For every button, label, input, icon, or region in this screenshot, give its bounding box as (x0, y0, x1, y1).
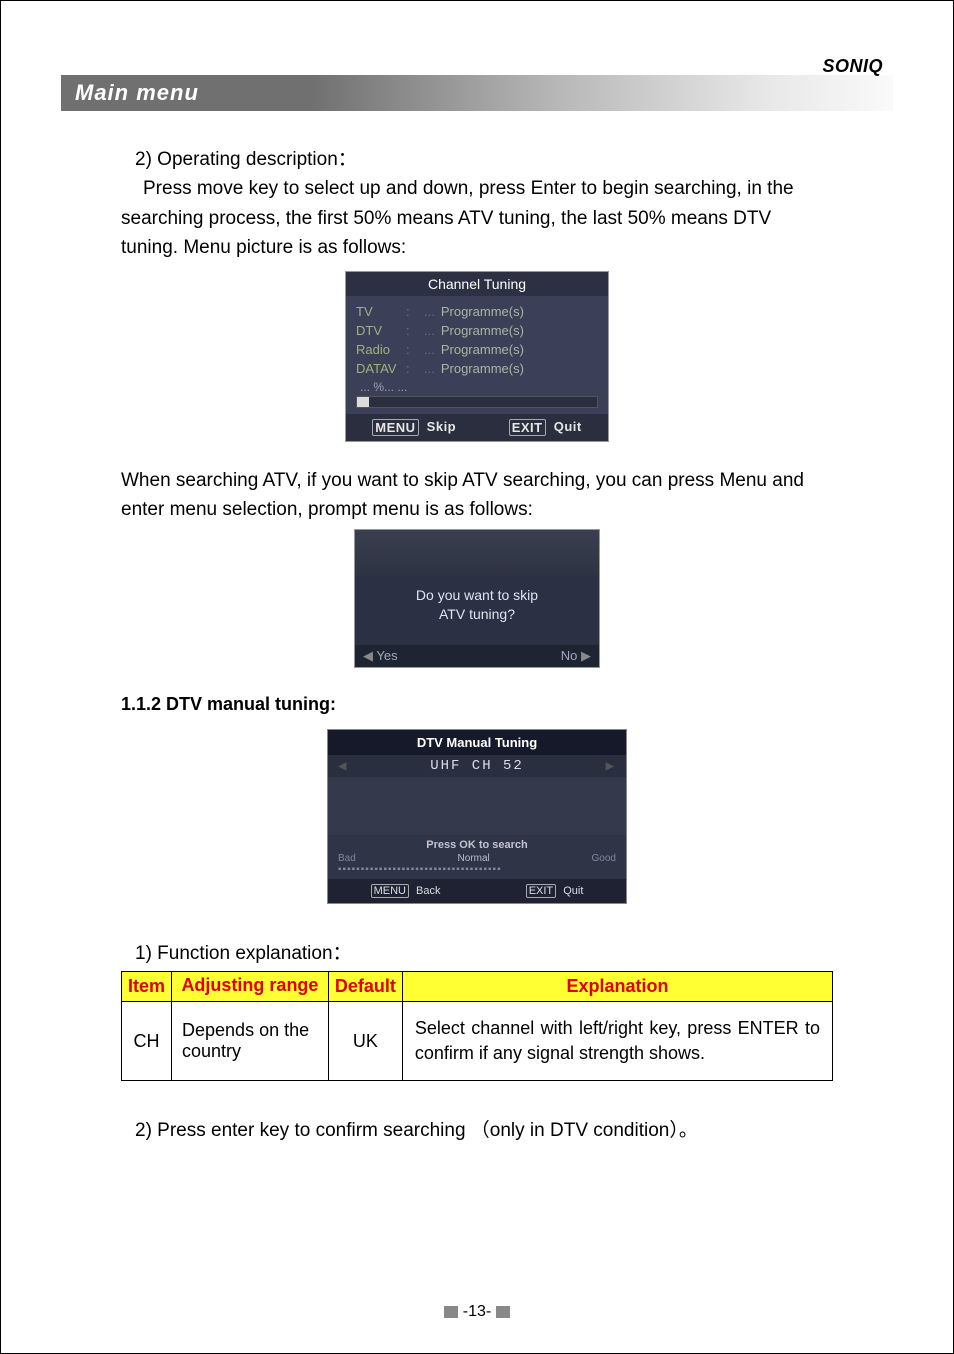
dtv-manual-tuning-osd: DTV Manual Tuning UHF CH 52 Press OK to … (327, 729, 627, 904)
function-table: Item Adjusting range Default Explanation… (121, 971, 833, 1081)
osd-row-label: DTV (356, 323, 406, 338)
osd-row-label: TV (356, 304, 406, 319)
skip-dialog-line2: ATV tuning? (355, 605, 599, 625)
osd-skip-hint: MENU Skip (372, 419, 456, 436)
page-decor-right-icon (496, 1306, 510, 1318)
skip-dialog-no: No (561, 648, 591, 664)
osd-progress-text: ... %... ... (356, 378, 598, 396)
osd-row-colon: : (406, 342, 424, 357)
brand-logo: SONIQ (822, 56, 883, 77)
document-page: SONIQ Main menu 2) Operating description… (1, 1, 953, 1172)
table-cell-range: Depends on the country (172, 1001, 329, 1080)
title-bar-text: Main menu (75, 80, 199, 105)
osd-row-dtv: DTV : ... Programme(s) (356, 321, 598, 340)
osd-quit-hint: EXIT Quit (509, 419, 582, 436)
menu-key-icon: MENU (371, 884, 409, 898)
subheading-dtv-manual: 1.1.2 DTV manual tuning: (61, 688, 893, 725)
osd-quit-label: Quit (554, 419, 582, 434)
dtv-back-hint: MENU Back (371, 884, 441, 898)
dtv-signal-good: Good (592, 853, 616, 864)
page-decor-left-icon (444, 1306, 458, 1318)
osd-skip-label: Skip (427, 419, 456, 434)
osd-row-colon: : (406, 361, 424, 376)
osd-title: Channel Tuning (346, 272, 608, 296)
table-cell-default: UK (328, 1001, 402, 1080)
osd-row-value: Programme(s) (441, 361, 524, 376)
table-row: CH Depends on the country UK Select chan… (122, 1001, 833, 1080)
dtv-title: DTV Manual Tuning (328, 730, 626, 755)
dtv-quit-hint: EXIT Quit (526, 884, 584, 898)
table-header-row: Item Adjusting range Default Explanation (122, 971, 833, 1001)
skip-dialog-top (355, 530, 599, 576)
osd-row-dots: ... (424, 361, 435, 376)
exit-key-icon: EXIT (526, 884, 556, 898)
osd-body: TV : ... Programme(s) DTV : ... Programm… (346, 296, 608, 414)
dtv-signal-labels: Bad Normal Good (328, 853, 626, 864)
page-number-text: -13- (463, 1303, 491, 1320)
osd-row-value: Programme(s) (441, 323, 524, 338)
function-explanation-heading: 1) Function explanation： (61, 926, 893, 971)
osd-row-tv: TV : ... Programme(s) (356, 302, 598, 321)
atv-skip-paragraph: When searching ATV, if you want to skip … (61, 466, 893, 525)
press-enter-paragraph: 2) Press enter key to confirm searching … (61, 1081, 893, 1142)
osd-row-value: Programme(s) (441, 342, 524, 357)
osd-footer: MENU Skip EXIT Quit (346, 414, 608, 441)
section-2-heading: 2) Operating description： (135, 145, 833, 174)
osd-row-dots: ... (424, 323, 435, 338)
dtv-footer: MENU Back EXIT Quit (328, 879, 626, 903)
channel-tuning-osd: Channel Tuning TV : ... Programme(s) DTV… (345, 271, 609, 442)
skip-dialog-footer: Yes No (355, 645, 599, 667)
osd-row-value: Programme(s) (441, 304, 524, 319)
table-cell-item: CH (122, 1001, 172, 1080)
osd-row-label: Radio (356, 342, 406, 357)
table-header-explanation: Explanation (402, 971, 832, 1001)
skip-atv-dialog: Do you want to skip ATV tuning? Yes No (354, 529, 600, 668)
menu-key-icon: MENU (372, 419, 418, 436)
body-text-block: 2) Operating description： Press move key… (61, 145, 893, 263)
table-cell-explanation: Select channel with left/right key, pres… (402, 1001, 832, 1080)
dtv-signal-bad: Bad (338, 853, 356, 864)
dtv-quit-label: Quit (563, 885, 583, 897)
skip-dialog-body: Do you want to skip ATV tuning? (355, 576, 599, 645)
osd-row-colon: : (406, 304, 424, 319)
title-bar: Main menu (61, 75, 893, 111)
table-header-range: Adjusting range (172, 971, 329, 1001)
dtv-empty-area (328, 777, 626, 835)
table-header-default: Default (328, 971, 402, 1001)
dtv-channel-display: UHF CH 52 (328, 755, 626, 777)
table-header-item: Item (122, 971, 172, 1001)
dtv-press-ok: Press OK to search (328, 835, 626, 853)
osd-row-dots: ... (424, 304, 435, 319)
progress-bar-fill (357, 397, 369, 407)
osd-row-label: DATAV (356, 361, 406, 376)
osd-row-dots: ... (424, 342, 435, 357)
osd-row-datav: DATAV : ... Programme(s) (356, 359, 598, 378)
osd-row-colon: : (406, 323, 424, 338)
section-2-paragraph: Press move key to select up and down, pr… (121, 174, 833, 262)
skip-dialog-yes: Yes (363, 648, 398, 664)
dtv-signal-normal: Normal (458, 853, 490, 864)
skip-dialog-line1: Do you want to skip (355, 586, 599, 606)
exit-key-icon: EXIT (509, 419, 546, 436)
dtv-signal-bar: ▪▪▪▪▪▪▪▪▪▪▪▪▪▪▪▪▪▪▪▪▪▪▪▪▪▪▪▪▪▪▪▪▪▪▪▪ (328, 864, 626, 879)
osd-row-radio: Radio : ... Programme(s) (356, 340, 598, 359)
dtv-back-label: Back (416, 885, 440, 897)
progress-bar (356, 396, 598, 408)
page-number: -13- (1, 1303, 953, 1321)
